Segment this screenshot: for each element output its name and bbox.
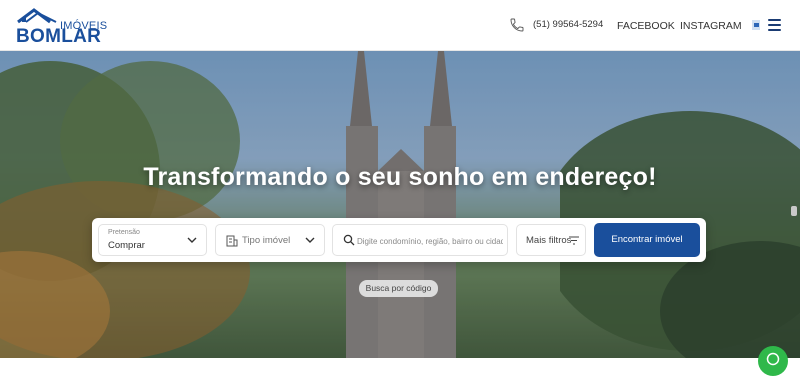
- pretensao-select[interactable]: Pretensão Comprar: [98, 224, 207, 256]
- pretensao-value: Comprar: [108, 240, 145, 251]
- phone-number[interactable]: (51) 99564-5294: [533, 19, 603, 30]
- more-filters-button[interactable]: Mais filtros: [516, 224, 586, 256]
- location-search-field: [332, 224, 508, 256]
- nav-link-facebook[interactable]: FACEBOOK: [617, 20, 675, 32]
- chevron-down-icon: [187, 237, 197, 243]
- hero-title: Transformando o seu sonho em endereço!: [143, 163, 657, 191]
- whatsapp-button[interactable]: [758, 346, 788, 376]
- more-filters-label: Mais filtros: [526, 235, 572, 246]
- scrollbar-thumb[interactable]: [791, 206, 797, 216]
- search-by-code-button[interactable]: Busca por código: [359, 280, 438, 297]
- tipo-imovel-select[interactable]: Tipo imóvel: [215, 224, 325, 256]
- pretensao-label: Pretensão: [108, 229, 140, 236]
- location-search-input[interactable]: [357, 232, 503, 250]
- property-search-bar: Pretensão Comprar Tipo imóvel Mais filtr…: [92, 218, 706, 262]
- flag-icon[interactable]: [752, 20, 761, 30]
- hero-section: Transformando o seu sonho em endereço!: [0, 51, 800, 358]
- filter-icon: [569, 236, 579, 245]
- whatsapp-icon: [766, 352, 780, 366]
- phone-icon[interactable]: [509, 17, 525, 33]
- logo[interactable]: IMÓVEIS BOMLAR: [16, 8, 107, 46]
- tipo-imovel-placeholder: Tipo imóvel: [242, 235, 291, 246]
- site-header: IMÓVEIS BOMLAR (51) 99564-5294 FACEBOOK …: [0, 0, 800, 51]
- logo-brand-name: BOMLAR: [16, 26, 102, 47]
- chevron-down-icon: [305, 237, 315, 243]
- hero-overlay: [0, 51, 800, 358]
- property-type-icon: [226, 235, 238, 247]
- house-roof-icon: [17, 8, 57, 24]
- search-icon: [343, 234, 355, 246]
- find-property-button[interactable]: Encontrar imóvel: [594, 223, 700, 257]
- hamburger-menu-icon[interactable]: [768, 19, 781, 31]
- nav-link-instagram[interactable]: INSTAGRAM: [680, 20, 742, 32]
